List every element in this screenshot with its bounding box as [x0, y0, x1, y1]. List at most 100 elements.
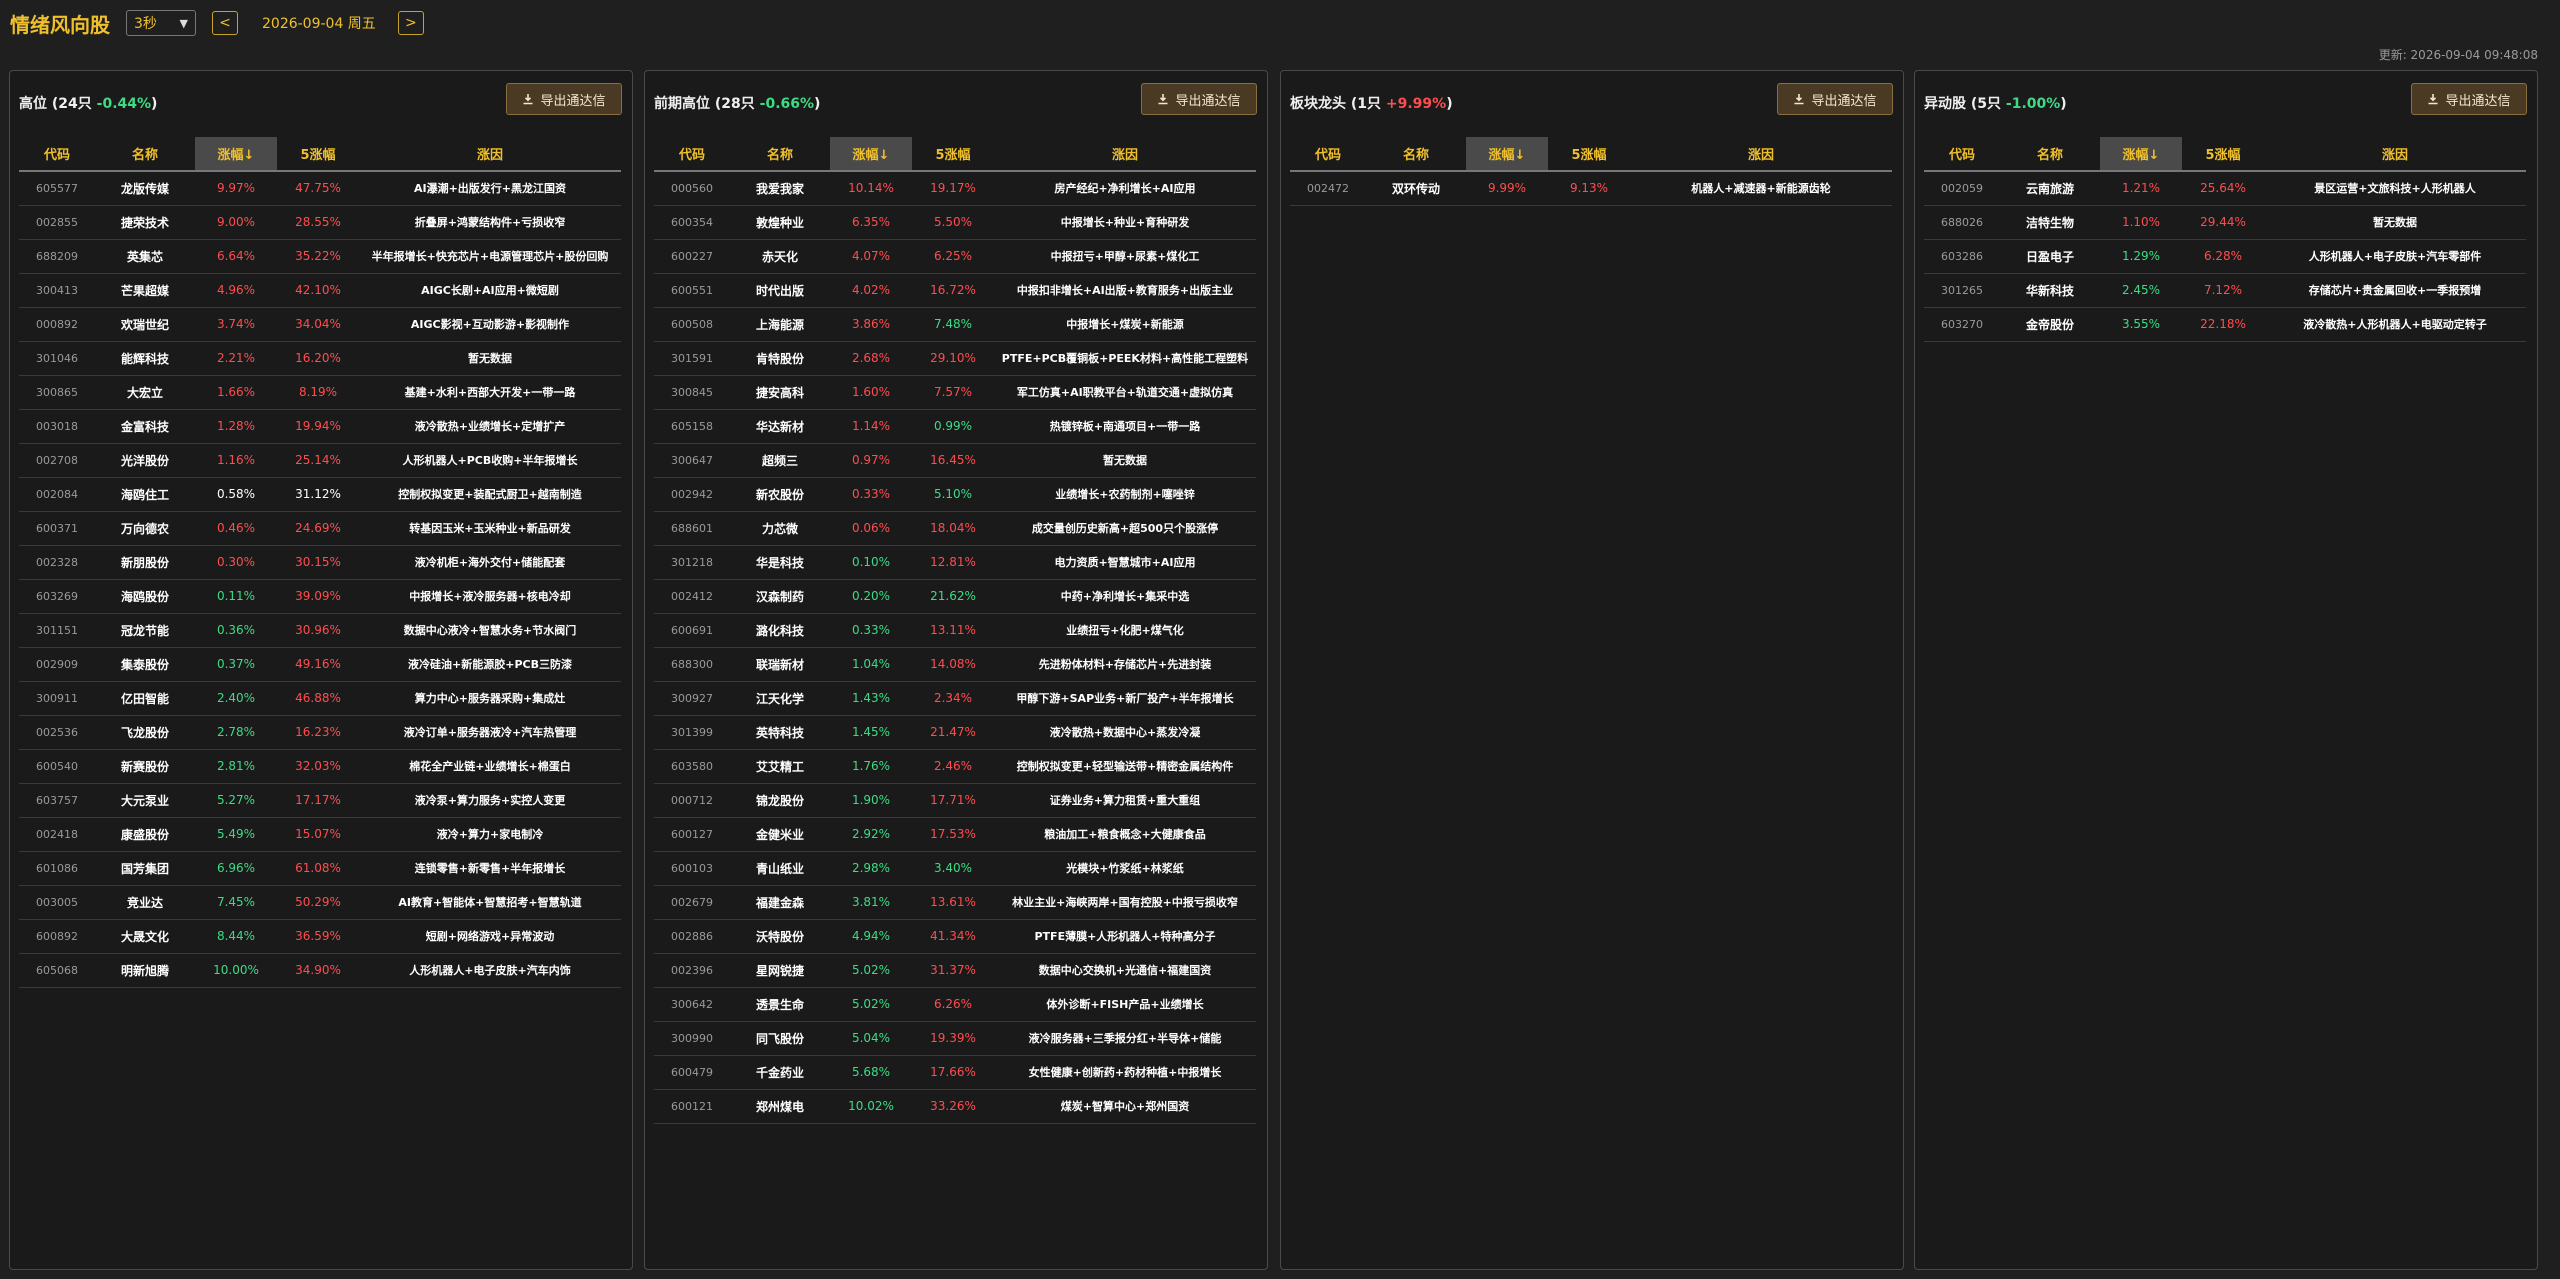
table-row[interactable]: 301591 肯特股份 2.68% 29.10% PTFE+PCB覆铜板+PEEK材料+… [654, 341, 1256, 376]
table-row[interactable]: 605158 华达新材 1.14% 0.99% 热镀锌板+南通项目+一带一路 [654, 409, 1256, 444]
header-col-name[interactable]: 名称 [1366, 137, 1466, 172]
stock-change: 1.60% [830, 375, 912, 410]
table-row[interactable]: 600354 敦煌种业 6.35% 5.50% 中报增长+种业+育种研发 [654, 205, 1256, 240]
table-row[interactable]: 605068 明新旭腾 10.00% 34.90% 人形机器人+电子皮肤+汽车内饰 [19, 953, 621, 988]
table-row[interactable]: 600121 郑州煤电 10.02% 33.26% 煤炭+智算中心+郑州国资 [654, 1089, 1256, 1124]
stock-change: 0.10% [830, 545, 912, 580]
table-row[interactable]: 600892 大晟文化 8.44% 36.59% 短剧+网络游戏+异常波动 [19, 919, 621, 954]
stock-code: 603270 [1924, 307, 2000, 342]
table-row[interactable]: 002412 汉森制药 0.20% 21.62% 中药+净利增长+集采中选 [654, 579, 1256, 614]
table-row[interactable]: 300647 超频三 0.97% 16.45% 暂无数据 [654, 443, 1256, 478]
table-row[interactable]: 600127 金健米业 2.92% 17.53% 粮油加工+粮食概念+大健康食品 [654, 817, 1256, 852]
table-row[interactable]: 002472 双环传动 9.99% 9.13% 机器人+减速器+新能源齿轮 [1290, 171, 1892, 206]
table-row[interactable]: 600691 潞化科技 0.33% 13.11% 业绩扭亏+化肥+煤气化 [654, 613, 1256, 648]
header-col-change[interactable]: 涨幅↓ [830, 137, 912, 172]
table-row[interactable]: 688601 力芯微 0.06% 18.04% 成交量创历史新高+超500只个股涨停 [654, 511, 1256, 546]
stock-code: 002536 [19, 715, 95, 750]
header-col-change5[interactable]: 5涨幅 [2182, 137, 2264, 172]
header-col-change[interactable]: 涨幅↓ [195, 137, 277, 172]
table-row[interactable]: 002942 新农股份 0.33% 5.10% 业绩增长+农药制剂+噻唑锌 [654, 477, 1256, 512]
table-row[interactable]: 002328 新朋股份 0.30% 30.15% 液冷机柜+海外交付+储能配套 [19, 545, 621, 580]
stock-change: 1.45% [830, 715, 912, 750]
header-col-name[interactable]: 名称 [2000, 137, 2100, 172]
table-row[interactable]: 300911 亿田智能 2.40% 46.88% 算力中心+服务器采购+集成灶 [19, 681, 621, 716]
header-col-change5[interactable]: 5涨幅 [912, 137, 994, 172]
table-row[interactable]: 002909 集泰股份 0.37% 49.16% 液冷硅油+新能源胶+PCB三防漆 [19, 647, 621, 682]
table-row[interactable]: 002418 康盛股份 5.49% 15.07% 液冷+算力+家电制冷 [19, 817, 621, 852]
table-row[interactable]: 002679 福建金森 3.81% 13.61% 林业主业+海峡两岸+国有控股+中报亏损… [654, 885, 1256, 920]
table-row[interactable]: 301399 英特科技 1.45% 21.47% 液冷散热+数据中心+蒸发冷凝 [654, 715, 1256, 750]
table-row[interactable]: 002059 云南旅游 1.21% 25.64% 景区运营+文旅科技+人形机器人 [1924, 171, 2526, 206]
next-date-button[interactable]: > [397, 11, 424, 35]
table-row[interactable]: 600508 上海能源 3.86% 7.48% 中报增长+煤炭+新能源 [654, 307, 1256, 342]
table-row[interactable]: 600103 青山纸业 2.98% 3.40% 光模块+竹浆纸+林浆纸 [654, 851, 1256, 886]
table-row[interactable]: 300845 捷安高科 1.60% 7.57% 军工仿真+AI职教平台+轨道交通+虚拟仿… [654, 375, 1256, 410]
prev-date-button[interactable]: < [212, 11, 238, 35]
header-col-reason[interactable]: 涨因 [2264, 137, 2526, 172]
stock-name: 肯特股份 [730, 341, 830, 376]
table-row[interactable]: 603286 日盈电子 1.29% 6.28% 人形机器人+电子皮肤+汽车零部件 [1924, 239, 2526, 274]
table-row[interactable]: 301265 华新科技 2.45% 7.12% 存储芯片+贵金属回收+一季报预增 [1924, 273, 2526, 308]
stock-change: 0.58% [195, 477, 277, 512]
table-row[interactable]: 603580 艾艾精工 1.76% 2.46% 控制权拟变更+轻型输送带+精密金属结构件 [654, 749, 1256, 784]
table-row[interactable]: 002536 飞龙股份 2.78% 16.23% 液冷订单+服务器液冷+汽车热管理 [19, 715, 621, 750]
header-col-code[interactable]: 代码 [1290, 137, 1366, 172]
table-row[interactable]: 002708 光洋股份 1.16% 25.14% 人形机器人+PCB收购+半年报增长 [19, 443, 621, 478]
table-row[interactable]: 301218 华是科技 0.10% 12.81% 电力资质+智慧城市+AI应用 [654, 545, 1256, 580]
header-col-name[interactable]: 名称 [730, 137, 830, 172]
table-row[interactable]: 002855 捷荣技术 9.00% 28.55% 折叠屏+鸿蒙结构件+亏损收窄 [19, 205, 621, 240]
table-row[interactable]: 300990 同飞股份 5.04% 19.39% 液冷服务器+三季报分红+半导体+储能 [654, 1021, 1256, 1056]
stock-code: 603580 [654, 749, 730, 784]
table-row[interactable]: 000892 欢瑞世纪 3.74% 34.04% AIGC影视+互动影游+影视制作 [19, 307, 621, 342]
table-row[interactable]: 002084 海鸥住工 0.58% 31.12% 控制权拟变更+装配式厨卫+越南制造 [19, 477, 621, 512]
stock-change5: 33.26% [912, 1089, 994, 1124]
header-col-change[interactable]: 涨幅↓ [1466, 137, 1548, 172]
table-row[interactable]: 600227 赤天化 4.07% 6.25% 中报扭亏+甲醇+尿素+煤化工 [654, 239, 1256, 274]
table-row[interactable]: 300865 大宏立 1.66% 8.19% 基建+水利+西部大开发+一带一路 [19, 375, 621, 410]
table-row[interactable]: 000560 我爱我家 10.14% 19.17% 房产经纪+净利增长+AI应用 [654, 171, 1256, 206]
header-col-reason[interactable]: 涨因 [1630, 137, 1892, 172]
header-col-reason[interactable]: 涨因 [359, 137, 621, 172]
stock-change: 5.27% [195, 783, 277, 818]
table-row[interactable]: 688300 联瑞新材 1.04% 14.08% 先进粉体材料+存储芯片+先进封装 [654, 647, 1256, 682]
refresh-interval-select[interactable]: 3秒 ▼ [126, 10, 196, 36]
table-row[interactable]: 300927 江天化学 1.43% 2.34% 甲醇下游+SAP业务+新厂投产+半年报增… [654, 681, 1256, 716]
table-row[interactable]: 600540 新赛股份 2.81% 32.03% 棉花全产业链+业绩增长+棉蛋白 [19, 749, 621, 784]
table-row[interactable]: 688209 英集芯 6.64% 35.22% 半年报增长+快充芯片+电源管理芯片+股份… [19, 239, 621, 274]
table-row[interactable]: 600551 时代出版 4.02% 16.72% 中报扣非增长+AI出版+教育服务+出版… [654, 273, 1256, 308]
table-row[interactable]: 003018 金富科技 1.28% 19.94% 液冷散热+业绩增长+定增扩产 [19, 409, 621, 444]
export-tdx-button[interactable]: 导出通达信 [1777, 83, 1893, 115]
stock-change5: 9.13% [1548, 171, 1630, 206]
table-row[interactable]: 603270 金帝股份 3.55% 22.18% 液冷散热+人形机器人+电驱动定转子 [1924, 307, 2526, 342]
table-row[interactable]: 003005 竞业达 7.45% 50.29% AI教育+智能体+智慧招考+智慧轨道 [19, 885, 621, 920]
header-col-change5[interactable]: 5涨幅 [277, 137, 359, 172]
table-row[interactable]: 688026 洁特生物 1.10% 29.44% 暂无数据 [1924, 205, 2526, 240]
stock-name: 光洋股份 [95, 443, 195, 478]
table-row[interactable]: 301151 冠龙节能 0.36% 30.96% 数据中心液冷+智慧水务+节水阀门 [19, 613, 621, 648]
table-row[interactable]: 002886 沃特股份 4.94% 41.34% PTFE薄膜+人形机器人+特种高分子 [654, 919, 1256, 954]
table-row[interactable]: 605577 龙版传媒 9.97% 47.75% AI瀑潮+出版发行+黑龙江国资 [19, 171, 621, 206]
export-tdx-button[interactable]: 导出通达信 [506, 83, 622, 115]
stock-name: 英集芯 [95, 239, 195, 274]
table-row[interactable]: 002396 星网锐捷 5.02% 31.37% 数据中心交换机+光通信+福建国资 [654, 953, 1256, 988]
table-row[interactable]: 000712 锦龙股份 1.90% 17.71% 证券业务+算力租赁+重大重组 [654, 783, 1256, 818]
header-col-code[interactable]: 代码 [1924, 137, 2000, 172]
table-row[interactable]: 300413 芒果超媒 4.96% 42.10% AIGC长剧+AI应用+微短剧 [19, 273, 621, 308]
table-row[interactable]: 601086 国芳集团 6.96% 61.08% 连锁零售+新零售+半年报增长 [19, 851, 621, 886]
export-tdx-button[interactable]: 导出通达信 [1141, 83, 1257, 115]
header-col-name[interactable]: 名称 [95, 137, 195, 172]
header-col-code[interactable]: 代码 [654, 137, 730, 172]
stock-reason: 算力中心+服务器采购+集成灶 [359, 681, 621, 716]
export-tdx-button[interactable]: 导出通达信 [2411, 83, 2527, 115]
header-col-reason[interactable]: 涨因 [994, 137, 1256, 172]
stock-change5: 30.15% [277, 545, 359, 580]
table-row[interactable]: 600479 千金药业 5.68% 17.66% 女性健康+创新药+药材种植+中报增长 [654, 1055, 1256, 1090]
table-row[interactable]: 301046 能辉科技 2.21% 16.20% 暂无数据 [19, 341, 621, 376]
table-row[interactable]: 600371 万向德农 0.46% 24.69% 转基因玉米+玉米种业+新品研发 [19, 511, 621, 546]
table-row[interactable]: 603757 大元泵业 5.27% 17.17% 液冷泵+算力服务+实控人变更 [19, 783, 621, 818]
header-col-change5[interactable]: 5涨幅 [1548, 137, 1630, 172]
table-row[interactable]: 300642 透景生命 5.02% 6.26% 体外诊断+FISH产品+业绩增长 [654, 987, 1256, 1022]
header-col-code[interactable]: 代码 [19, 137, 95, 172]
header-col-change[interactable]: 涨幅↓ [2100, 137, 2182, 172]
table-row[interactable]: 603269 海鸥股份 0.11% 39.09% 中报增长+液冷服务器+核电冷却 [19, 579, 621, 614]
